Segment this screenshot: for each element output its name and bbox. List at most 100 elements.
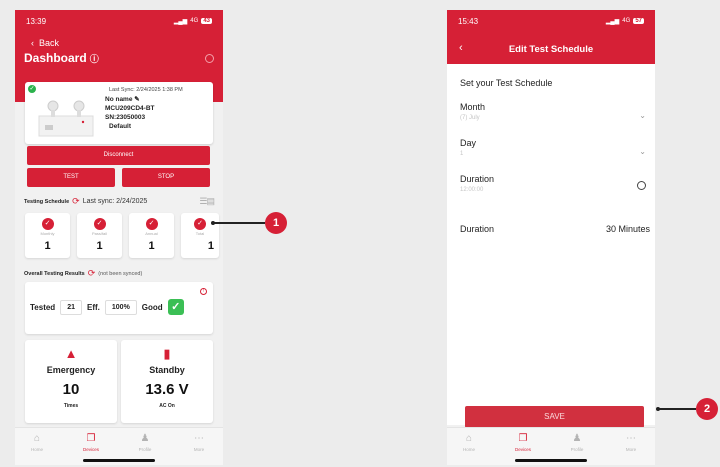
counter-card-passfail[interactable]: ✓ Pass/fail 1 (77, 213, 122, 258)
tab-profile[interactable]: ♟ Profile (557, 433, 597, 452)
chevron-left-icon: ‹ (31, 38, 34, 48)
connected-status-icon: ✓ (28, 85, 36, 93)
stop-button[interactable]: STOP (122, 168, 210, 187)
tab-home[interactable]: ⌂ Home (449, 433, 489, 452)
more-icon: ⋯ (194, 433, 204, 444)
warning-icon[interactable]: ! (200, 288, 207, 295)
test-button[interactable]: TEST (27, 168, 115, 187)
duration2-value: 30 Minutes (605, 224, 650, 234)
page: 13:39 ▂▄▆ 4G 43 ‹ Back Dashboard ⓘ ✓ Las… (0, 0, 720, 467)
dashboard-screen: 13:39 ▂▄▆ 4G 43 ‹ Back Dashboard ⓘ ✓ Las… (15, 10, 223, 465)
emergency-card[interactable]: ▲ Emergency 10 Times (25, 340, 117, 423)
status-time: 13:39 (26, 16, 47, 26)
chevron-down-icon: ⌄ (639, 111, 646, 120)
counter-value: 1 (96, 240, 103, 252)
device-card[interactable]: ✓ Last Sync: 2/24/2025 1:38 PM No name ✎… (25, 82, 213, 144)
tab-label: Devices (82, 447, 99, 452)
save-button[interactable]: SAVE (465, 406, 644, 428)
form-heading: Set your Test Schedule (460, 78, 553, 88)
callout-2-line (658, 408, 696, 410)
tab-label: Home (462, 447, 475, 452)
alarm-bell-icon: ▲ (64, 346, 78, 361)
day-select[interactable]: Day 1 ⌄ (460, 138, 650, 157)
emergency-title: Emergency (46, 365, 96, 375)
tab-label: More (625, 447, 637, 452)
network-label: 4G (190, 18, 199, 24)
tab-home[interactable]: ⌂ Home (17, 433, 57, 452)
emergency-value: 10 (62, 381, 80, 398)
back-label: Back (39, 38, 60, 48)
device-last-sync: Last Sync: 2/24/2025 1:38 PM (109, 87, 183, 93)
duration-minutes-row[interactable]: Duration 30 Minutes (460, 224, 650, 234)
callout-2-badge: 2 (696, 398, 718, 420)
good-check-icon: ✓ (167, 299, 184, 315)
device-model: MCU209CD4-BT (105, 105, 155, 112)
device-group: Default (109, 123, 132, 130)
sync-icon[interactable]: ⟳ (72, 196, 80, 207)
heart-check-icon: ✓ (41, 218, 54, 230)
callout-1-badge: 1 (265, 212, 287, 234)
info-icon[interactable]: ⓘ (90, 54, 99, 64)
duration-label: Duration (460, 174, 495, 184)
status-time: 15:43 (458, 16, 479, 26)
tab-devices[interactable]: ❐ Devices (71, 433, 111, 452)
status-label: Good (141, 302, 163, 312)
schedule-list-icon[interactable]: ☰▤ (199, 196, 215, 207)
heart-check-icon: ✓ (93, 218, 106, 230)
results-card: ! Tested 21 Eff. 100% Good ✓ (25, 282, 213, 334)
tab-devices[interactable]: ❐ Devices (503, 433, 543, 452)
battery-icon: 57 (633, 18, 644, 24)
page-title: Dashboard (24, 51, 87, 65)
device-name: No name (105, 96, 133, 103)
standby-value: 13.6 V (145, 381, 189, 398)
home-indicator (515, 459, 587, 462)
tab-label: Profile (570, 447, 584, 452)
back-button[interactable]: ‹ Back (15, 32, 223, 48)
tested-value: 21 (60, 299, 82, 315)
duration-time-field[interactable]: Duration 12:00:00 (460, 174, 650, 193)
day-value: 1 (460, 151, 464, 157)
profile-icon: ♟ (572, 433, 582, 444)
tab-label: Home (30, 447, 43, 452)
tab-label: Profile (138, 447, 152, 452)
heart-check-icon: ✓ (194, 218, 206, 230)
counter-value: 1 (44, 240, 51, 252)
month-select[interactable]: Month (7) July ⌄ (460, 102, 650, 121)
testing-schedule-label: Testing Schedule (24, 198, 70, 205)
home-icon: ⌂ (33, 433, 41, 444)
standby-card[interactable]: ▮ Standby 13.6 V AC On (121, 340, 213, 423)
devices-icon: ❐ (86, 433, 96, 444)
standby-caption: AC On (159, 403, 175, 409)
heart-check-icon: ✓ (145, 218, 158, 230)
month-value: (7) July (460, 115, 480, 121)
page-title-row: Dashboard ⓘ (15, 48, 223, 65)
sync-icon[interactable]: ⟳ (88, 268, 96, 279)
counter-card-total[interactable]: ✓ Total 1 (181, 213, 219, 258)
devices-icon: ❐ (518, 433, 528, 444)
counter-value: 1 (207, 240, 214, 252)
status-bar: 15:43 ▂▄▆ 4G 57 (447, 10, 655, 32)
day-label: Day (460, 138, 477, 148)
standby-title: Standby (149, 365, 185, 375)
history-icon[interactable] (205, 53, 214, 63)
tab-profile[interactable]: ♟ Profile (125, 433, 165, 452)
counter-sub: Pass/fail (91, 231, 108, 236)
tab-more[interactable]: ⋯ More (179, 433, 219, 452)
battery-icon: 43 (201, 18, 212, 24)
overall-sync-note: (not been synced) (98, 270, 143, 277)
page-title: Edit Test Schedule (508, 44, 594, 55)
schedule-form: Set your Test Schedule Month (7) July ⌄ … (447, 64, 655, 428)
tab-more[interactable]: ⋯ More (611, 433, 651, 452)
home-icon: ⌂ (465, 433, 473, 444)
eff-value: 100% (104, 299, 137, 315)
counter-card-monthly[interactable]: ✓ Monthly 1 (25, 213, 70, 258)
signal-icon: ▂▄▆ (605, 18, 620, 25)
duration2-label: Duration (460, 224, 495, 234)
disconnect-button[interactable]: Disconnect (27, 146, 210, 165)
more-icon: ⋯ (626, 433, 636, 444)
tab-bar: ⌂ Home ❐ Devices ♟ Profile ⋯ More (447, 427, 655, 465)
edit-pencil-icon[interactable]: ✎ (134, 96, 139, 103)
counter-card-annual[interactable]: ✓ Annual 1 (129, 213, 174, 258)
device-image (38, 100, 94, 137)
edit-schedule-screen: 15:43 ▂▄▆ 4G 57 ‹ Edit Test Schedule Set… (447, 10, 655, 465)
